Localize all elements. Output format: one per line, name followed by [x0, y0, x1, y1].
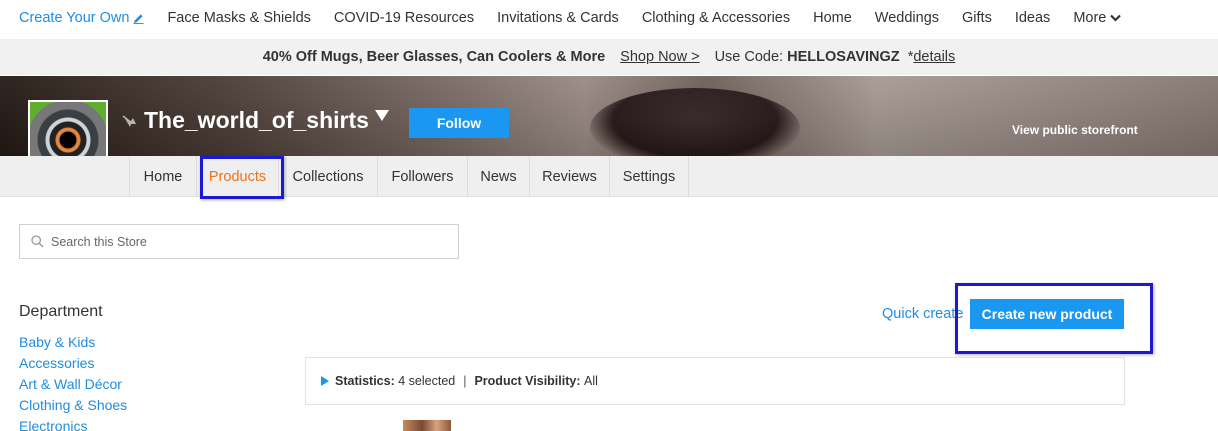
pin-icon[interactable]	[122, 115, 138, 129]
department-list: Baby & Kids Accessories Art & Wall Décor…	[19, 334, 127, 431]
nav-home[interactable]: Home	[813, 10, 852, 26]
stats-separator: |	[463, 374, 467, 388]
promo-offer: 40% Off Mugs, Beer Glasses, Can Coolers …	[262, 49, 606, 65]
tab-news[interactable]: News	[468, 156, 530, 197]
nav-ideas[interactable]: Ideas	[1015, 10, 1050, 26]
search-icon	[31, 235, 44, 248]
tab-products[interactable]: Products	[197, 156, 279, 197]
tab-settings[interactable]: Settings	[610, 156, 689, 197]
department-item-clothing-shoes[interactable]: Clothing & Shoes	[19, 397, 127, 418]
nav-covid-resources[interactable]: COVID-19 Resources	[334, 10, 474, 26]
department-item-baby-kids[interactable]: Baby & Kids	[19, 334, 127, 355]
promo-code: HELLOSAVINGZ	[787, 49, 900, 65]
nav-more[interactable]: More	[1073, 10, 1122, 26]
store-name: The_world_of_shirts	[144, 107, 369, 133]
pencil-icon	[133, 13, 144, 24]
nav-clothing-accessories[interactable]: Clothing & Accessories	[642, 10, 790, 26]
shop-now-link[interactable]: Shop Now >	[620, 49, 699, 65]
nav-weddings[interactable]: Weddings	[875, 10, 939, 26]
top-nav: Create Your Own Face Masks & Shields COV…	[0, 0, 1218, 36]
create-your-own-link[interactable]: Create Your Own	[19, 10, 144, 26]
statistics-bar: Statistics: 4 selected | Product Visibil…	[305, 357, 1125, 405]
tab-followers[interactable]: Followers	[378, 156, 468, 197]
nav-face-masks[interactable]: Face Masks & Shields	[167, 10, 310, 26]
follow-button[interactable]: Follow	[409, 108, 509, 138]
create-new-product-button[interactable]: Create new product	[970, 299, 1124, 329]
view-public-storefront-link[interactable]: View public storefront	[1012, 123, 1138, 137]
chevron-down-icon	[1110, 14, 1122, 22]
promo-bar: 40% Off Mugs, Beer Glasses, Can Coolers …	[0, 39, 1218, 75]
nav-invitations-cards[interactable]: Invitations & Cards	[497, 10, 619, 26]
tab-reviews[interactable]: Reviews	[530, 156, 610, 197]
store-tabs: Home Products Collections Followers News…	[129, 156, 689, 197]
promo-details-link[interactable]: details	[913, 49, 955, 65]
nav-more-label: More	[1073, 10, 1107, 26]
department-item-accessories[interactable]: Accessories	[19, 355, 127, 376]
expand-triangle-icon[interactable]	[321, 376, 329, 386]
department-item-electronics[interactable]: Electronics	[19, 418, 127, 431]
visibility-value: All	[584, 374, 598, 388]
statistics-value: 4 selected	[398, 374, 456, 388]
store-search-box[interactable]	[19, 224, 459, 259]
quick-create-link[interactable]: Quick create	[882, 306, 963, 322]
statistics-label: Statistics:	[335, 374, 395, 388]
tab-home[interactable]: Home	[130, 156, 197, 197]
store-tab-bar: Home Products Collections Followers News…	[0, 156, 1218, 197]
visibility-label: Product Visibility:	[474, 374, 581, 388]
department-item-art-wall-decor[interactable]: Art & Wall Décor	[19, 376, 127, 397]
tab-collections[interactable]: Collections	[279, 156, 378, 197]
product-thumbnail[interactable]	[403, 420, 451, 431]
promo-code-prefix: Use Code:	[714, 49, 784, 65]
search-input[interactable]	[51, 234, 431, 249]
create-your-own-label: Create Your Own	[19, 10, 130, 26]
department-title: Department	[19, 303, 103, 320]
nav-gifts[interactable]: Gifts	[962, 10, 992, 26]
store-menu-caret[interactable]	[375, 110, 389, 121]
